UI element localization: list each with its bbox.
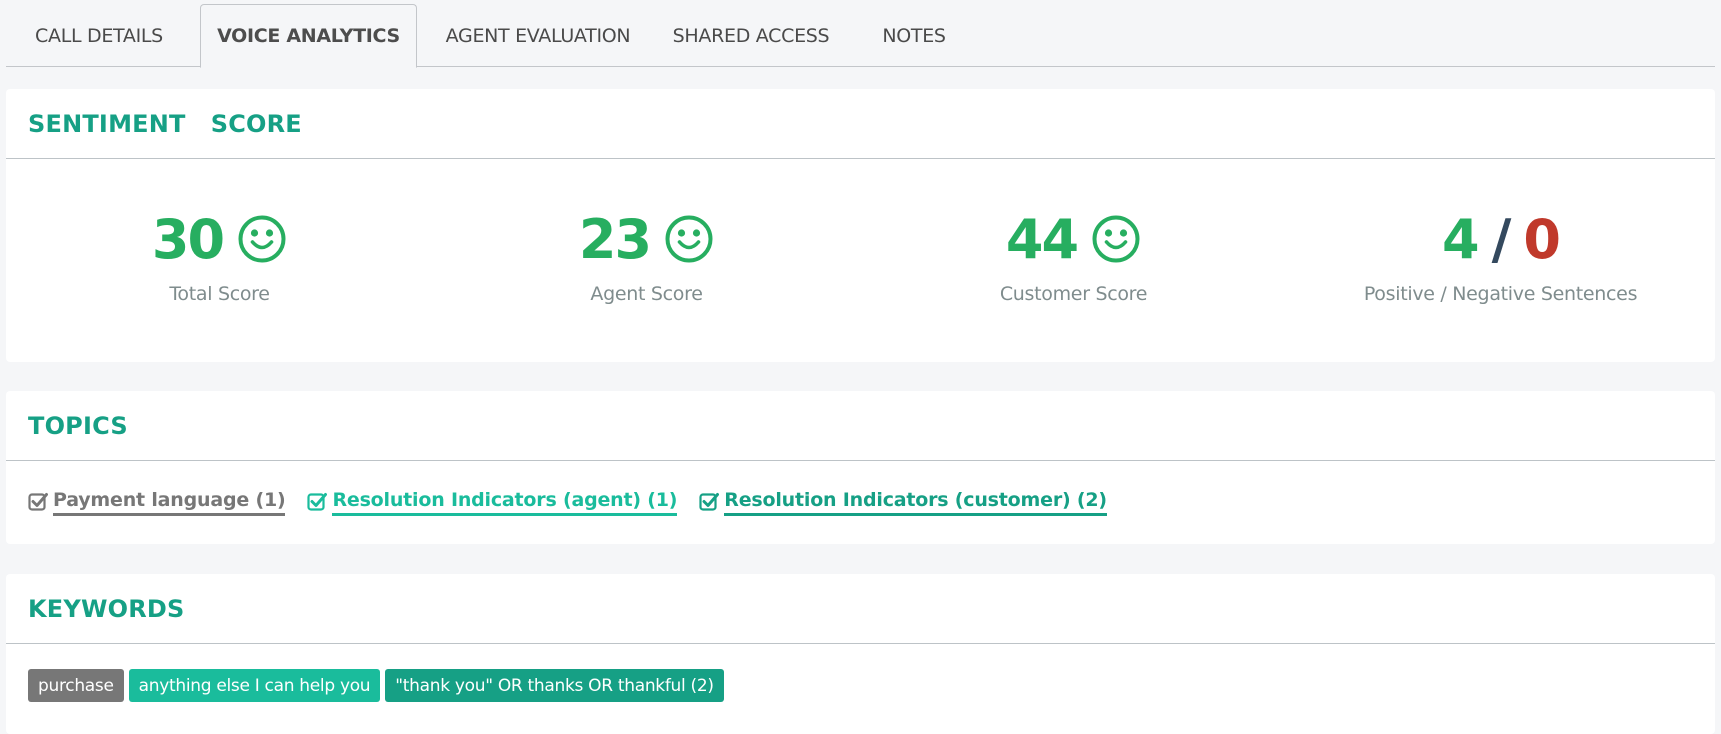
tab-agent-evaluation[interactable]: AGENT EVALUATION: [438, 4, 638, 67]
topics-title: TOPICS: [28, 411, 128, 440]
tab-shared-access[interactable]: SHARED ACCESS: [666, 4, 836, 67]
sentiment-scores: 30 Total Score 23 Agent Score 44 Custome…: [6, 159, 1715, 359]
keywords-list: purchase anything else I can help you "t…: [28, 669, 729, 702]
customer-score-value: 44: [1005, 207, 1079, 271]
total-score-value: 30: [151, 207, 225, 271]
tab-voice-analytics[interactable]: VOICE ANALYTICS: [200, 4, 417, 68]
agent-score-label: Agent Score: [590, 283, 703, 305]
smile-icon: [1092, 215, 1140, 263]
positive-sentences-value: 4: [1442, 207, 1480, 271]
keyword-tag-anything-else[interactable]: anything else I can help you: [128, 669, 381, 702]
topics-list: Payment language (1) Resolution Indicato…: [28, 489, 1129, 516]
keyword-tag-purchase[interactable]: purchase: [28, 669, 124, 702]
keywords-title: KEYWORDS: [28, 594, 185, 623]
topic-label[interactable]: Resolution Indicators (customer) (2): [724, 489, 1107, 516]
total-score-label: Total Score: [169, 283, 270, 305]
tab-call-details[interactable]: CALL DETAILS: [24, 4, 174, 67]
topic-label[interactable]: Payment language (1): [53, 489, 286, 516]
keywords-panel: KEYWORDS purchase anything else I can he…: [6, 574, 1715, 734]
agent-score-value: 23: [578, 207, 652, 271]
smile-icon: [665, 215, 713, 263]
checkbox-checked-icon[interactable]: [28, 491, 48, 511]
topics-header: TOPICS: [6, 391, 1715, 461]
keywords-header: KEYWORDS: [6, 574, 1715, 644]
smile-icon: [238, 215, 286, 263]
sentiment-score-title: SENTIMENT SCORE: [28, 109, 302, 138]
tab-notes[interactable]: NOTES: [874, 4, 954, 67]
topics-panel: TOPICS Payment language (1) Resolution I…: [6, 391, 1715, 544]
keyword-tag-thank-you[interactable]: "thank you" OR thanks OR thankful (2): [385, 669, 724, 702]
checkbox-checked-icon[interactable]: [699, 491, 720, 511]
positive-negative-sentences-label: Positive / Negative Sentences: [1363, 283, 1638, 305]
negative-sentences-value: 0: [1523, 207, 1561, 271]
customer-score-label: Customer Score: [999, 283, 1148, 305]
tab-bar: CALL DETAILS VOICE ANALYTICS AGENT EVALU…: [6, 0, 1715, 68]
sentences-separator: /: [1491, 207, 1512, 271]
topic-resolution-indicators-customer[interactable]: Resolution Indicators (customer) (2): [699, 489, 1107, 516]
sentiment-score-header: SENTIMENT SCORE: [6, 89, 1715, 159]
sentiment-score-panel: SENTIMENT SCORE 30 Total Score 23 Agent …: [6, 89, 1715, 362]
topic-resolution-indicators-agent[interactable]: Resolution Indicators (agent) (1): [307, 489, 677, 516]
topic-payment-language[interactable]: Payment language (1): [28, 489, 286, 516]
checkbox-checked-icon[interactable]: [307, 491, 328, 511]
topic-label[interactable]: Resolution Indicators (agent) (1): [332, 489, 677, 516]
